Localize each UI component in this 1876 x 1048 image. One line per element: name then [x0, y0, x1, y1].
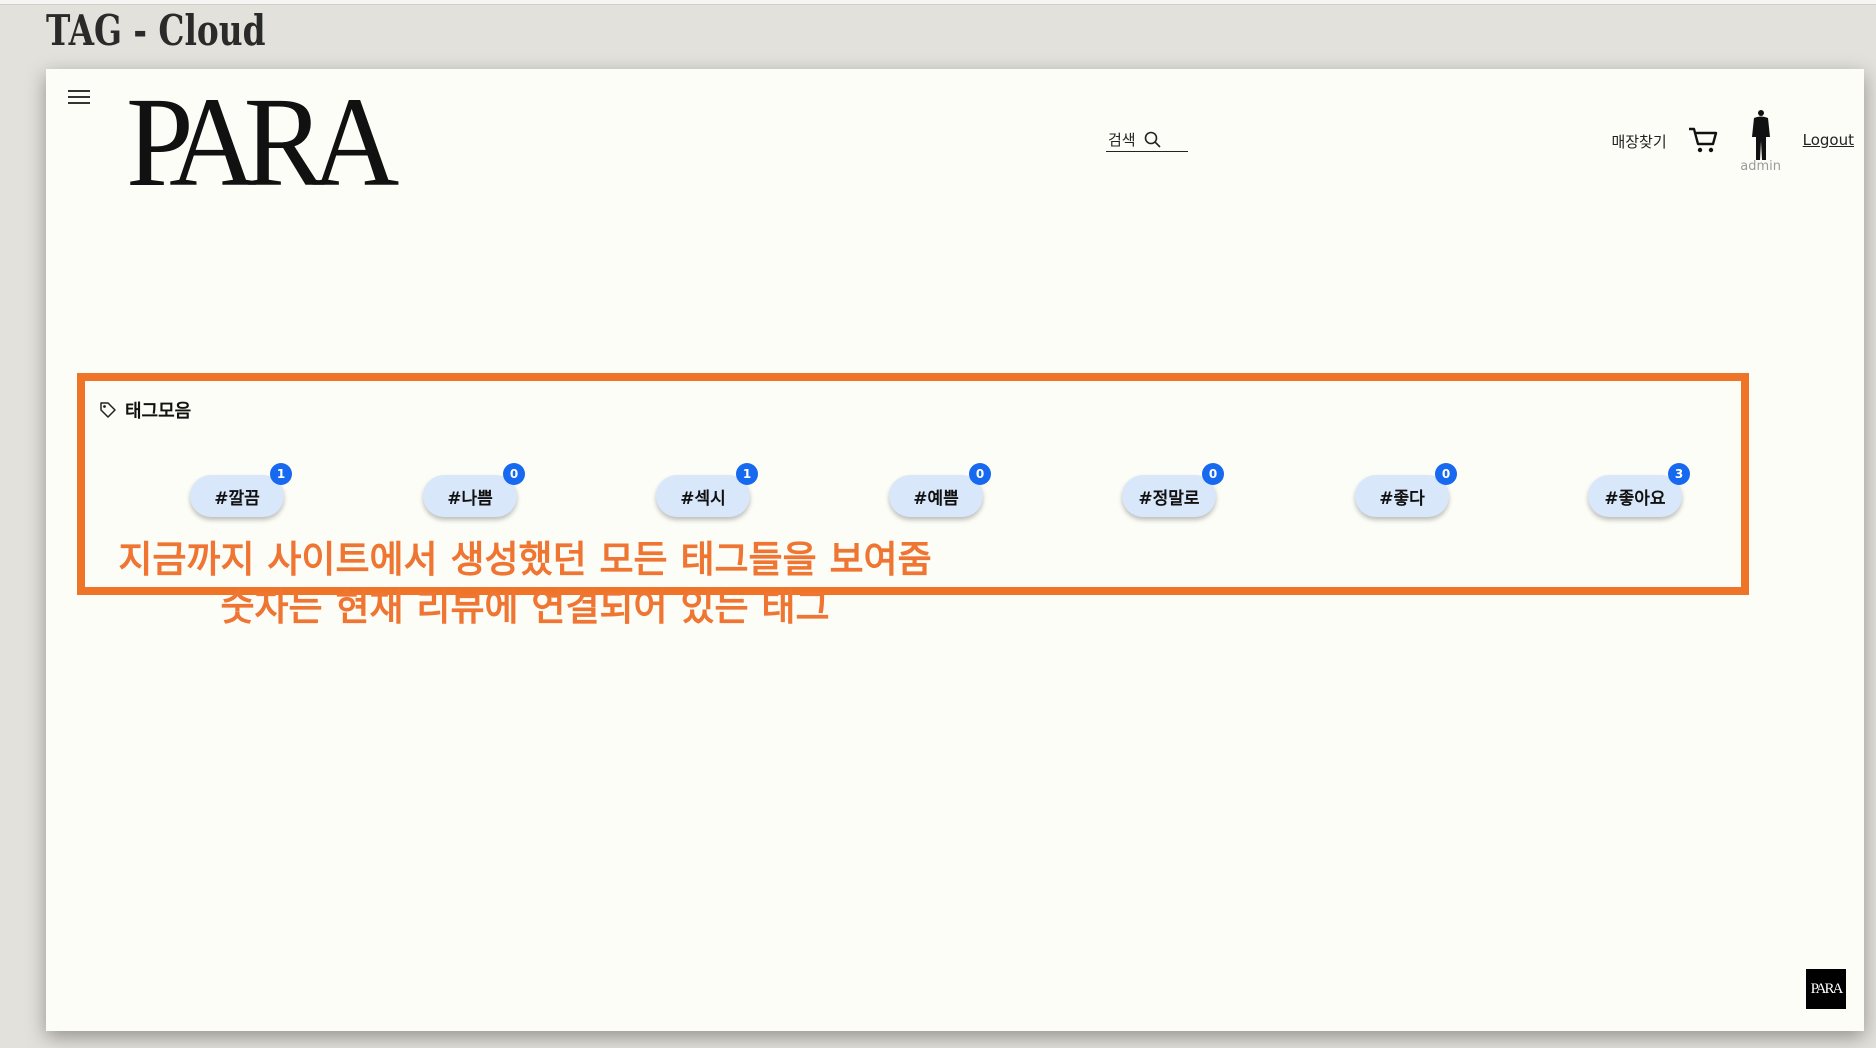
tag-chip[interactable]: #정말로 0 — [1122, 463, 1224, 517]
tag-label: #좋아요 — [1604, 488, 1666, 509]
footer-logo[interactable]: PARA — [1806, 969, 1846, 1009]
slide-title: TAG - Cloud — [46, 6, 266, 55]
tag-count-badge: 0 — [1202, 463, 1224, 485]
tag-count-badge: 0 — [503, 463, 525, 485]
tag-count-badge: 0 — [1435, 463, 1457, 485]
tag-chip[interactable]: #나쁨 0 — [423, 463, 525, 517]
tag-list: #깔끔 1 #나쁨 0 #섹시 1 #예쁨 0 #정말로 0 #좋다 0 #좋아… — [85, 463, 1741, 525]
tag-chip[interactable]: #예쁨 0 — [889, 463, 991, 517]
tag-icon — [100, 402, 116, 418]
hamburger-menu-button[interactable] — [68, 87, 90, 107]
header-actions: 매장찾기 admin Logout — [1611, 109, 1854, 174]
tag-chip[interactable]: #섹시 1 — [656, 463, 758, 517]
site-logo[interactable]: PARA — [126, 77, 399, 207]
tag-cloud-header: 태그모음 — [99, 397, 191, 423]
search-field[interactable]: 검색 — [1106, 127, 1188, 152]
tag-chip[interactable]: #깔끔 1 — [190, 463, 292, 517]
tag-count-badge: 3 — [1668, 463, 1690, 485]
tag-chip[interactable]: #좋다 0 — [1355, 463, 1457, 517]
tag-label: #좋다 — [1379, 488, 1425, 509]
tag-count-badge: 1 — [270, 463, 292, 485]
tag-count-badge: 0 — [969, 463, 991, 485]
hamburger-icon-line — [68, 96, 90, 98]
tag-chip[interactable]: #좋아요 3 — [1588, 463, 1690, 517]
annotation-line-2: 숫자는 현재 리뷰에 연결되어 있는 태그 — [220, 586, 830, 629]
annotation-line-1: 지금까지 사이트에서 생성했던 모든 태그들을 보여줌 — [118, 538, 932, 581]
annotation-text: 지금까지 사이트에서 생성했던 모든 태그들을 보여줌 숫자는 현재 리뷰에 연… — [95, 536, 955, 632]
search-label: 검색 — [1108, 130, 1136, 149]
logout-link[interactable]: Logout — [1803, 131, 1854, 149]
search-icon — [1144, 131, 1161, 148]
tag-label: #섹시 — [680, 488, 726, 509]
profile-menu[interactable]: admin — [1739, 109, 1783, 174]
tag-cloud-title: 태그모음 — [125, 401, 192, 422]
top-edge — [0, 0, 1876, 5]
hamburger-icon-line — [68, 90, 90, 92]
store-finder-link[interactable]: 매장찾기 — [1611, 131, 1666, 152]
cart-icon[interactable] — [1687, 125, 1719, 155]
tag-label: #정말로 — [1138, 488, 1200, 509]
tag-label: #예쁨 — [913, 488, 959, 509]
tag-count-badge: 1 — [736, 463, 758, 485]
tag-label: #깔끔 — [214, 488, 260, 509]
avatar — [1751, 110, 1770, 160]
profile-name: admin — [1740, 159, 1781, 174]
tag-label: #나쁨 — [447, 488, 493, 509]
hamburger-icon-line — [68, 102, 90, 104]
